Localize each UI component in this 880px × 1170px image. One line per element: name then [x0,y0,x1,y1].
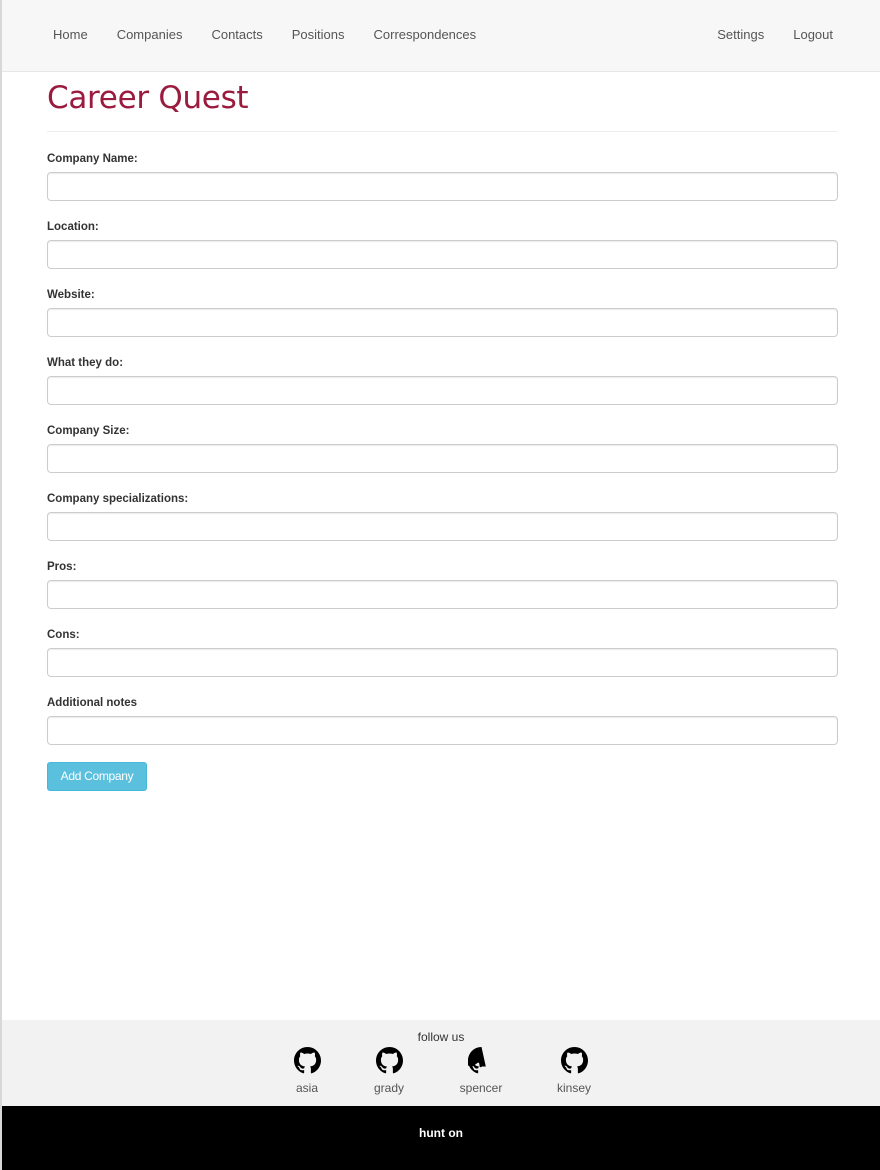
location-label: Location: [47,221,99,233]
additional-notes-input[interactable] [47,716,838,745]
company-size-input[interactable] [47,444,838,473]
form-group-company-name: Company Name: [47,152,838,220]
form-group-location: Location: [47,220,838,288]
nav-link-settings[interactable]: Settings [717,27,764,43]
form-group-what-they-do: What they do: [47,356,838,424]
bottom-bar: hunt on [2,1106,880,1170]
website-input[interactable] [47,308,838,337]
additional-notes-label: Additional notes [47,697,138,709]
title-divider [47,131,838,132]
website-label: Website: [47,289,95,301]
footer: follow us asia grady spencer kinsey [2,1020,880,1106]
company-name-input[interactable] [47,172,838,201]
page-title: Career Quest [47,80,249,116]
github-link-kinsey[interactable]: kinsey [544,1047,604,1095]
specializations-label: Company specializations: [47,493,189,505]
pros-input[interactable] [47,580,838,609]
form-group-company-size: Company Size: [47,424,838,492]
github-name-grady: grady [373,1081,405,1095]
hunt-on-text: hunt on [419,1126,463,1140]
form-group-additional-notes: Additional notes [47,696,838,764]
github-name-asia: asia [295,1081,318,1095]
add-company-form: Company Name: Location: Website: What th… [47,152,838,764]
github-icon [375,1047,403,1074]
cons-input[interactable] [47,648,838,677]
github-link-asia[interactable]: asia [277,1047,337,1095]
top-navbar: Home Companies Contacts Positions Corres… [2,0,880,72]
github-link-spencer[interactable]: spencer [451,1047,511,1095]
follow-us-text: follow us [417,1030,465,1044]
github-link-grady[interactable]: grady [359,1047,419,1095]
github-name-spencer: spencer [459,1081,503,1095]
nav-link-companies[interactable]: Companies [117,27,183,43]
form-group-specializations: Company specializations: [47,492,838,560]
what-they-do-input[interactable] [47,376,838,405]
add-company-button[interactable]: Add Company [47,762,147,791]
specializations-input[interactable] [47,512,838,541]
nav-link-contacts[interactable]: Contacts [211,27,262,43]
pros-label: Pros: [47,561,77,573]
nav-link-positions[interactable]: Positions [292,27,345,43]
nav-link-home[interactable]: Home [53,27,88,43]
form-group-website: Website: [47,288,838,356]
nav-left-group: Home Companies Contacts Positions Corres… [53,27,505,43]
github-name-kinsey: kinsey [556,1081,591,1095]
nav-right-group: Settings Logout [688,27,833,43]
company-size-label: Company Size: [47,425,130,437]
form-group-cons: Cons: [47,628,838,696]
nav-link-correspondences[interactable]: Correspondences [374,27,477,43]
location-input[interactable] [47,240,838,269]
nav-link-logout[interactable]: Logout [793,27,833,43]
what-they-do-label: What they do: [47,357,124,369]
cons-label: Cons: [47,629,80,641]
github-icon [293,1047,321,1074]
company-name-label: Company Name: [47,153,138,165]
form-group-pros: Pros: [47,560,838,628]
github-icon [560,1047,588,1074]
github-icon [467,1047,486,1074]
